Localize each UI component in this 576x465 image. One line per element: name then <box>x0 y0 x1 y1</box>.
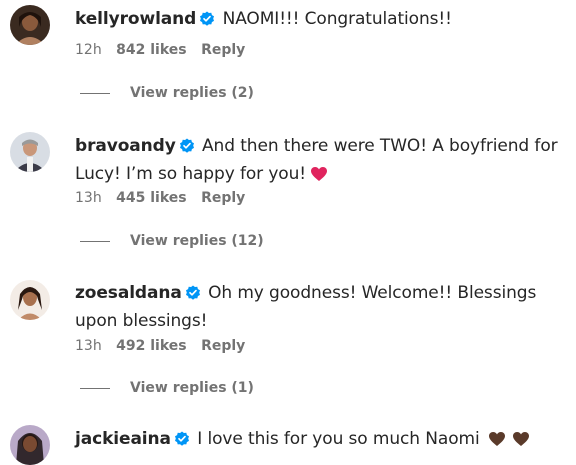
reply-button[interactable]: Reply <box>201 42 245 58</box>
verified-badge-icon <box>174 430 190 455</box>
verified-badge-icon <box>185 284 201 309</box>
username[interactable]: bravoandy <box>75 136 176 156</box>
comment-meta: 13h 445 likes Reply <box>75 190 255 206</box>
username[interactable]: kellyrowland <box>75 9 196 29</box>
avatar[interactable] <box>10 132 50 172</box>
view-replies-label: View replies (12) <box>130 233 264 249</box>
likes-count[interactable]: 492 likes <box>116 338 186 354</box>
timestamp: 12h <box>75 42 102 58</box>
avatar[interactable] <box>10 5 50 45</box>
comment-meta: 13h 492 likes Reply <box>75 338 255 354</box>
verified-badge-icon <box>199 10 215 35</box>
view-replies-button[interactable]: View replies (12) <box>80 233 264 249</box>
view-replies-label: View replies (2) <box>130 85 254 101</box>
brown-heart-icon <box>488 430 506 455</box>
divider-line <box>80 92 110 94</box>
likes-count[interactable]: 842 likes <box>116 42 186 58</box>
comment-meta: 12h 842 likes Reply <box>75 42 255 58</box>
divider-line <box>80 240 110 242</box>
reply-button[interactable]: Reply <box>201 190 245 206</box>
comment-text: NAOMI!!! Congratulations!! <box>222 9 452 29</box>
comment-body: jackieaina I love this for you so much N… <box>75 427 566 455</box>
avatar[interactable] <box>10 425 50 465</box>
reply-button[interactable]: Reply <box>201 338 245 354</box>
view-replies-button[interactable]: View replies (1) <box>80 380 254 396</box>
avatar[interactable] <box>10 280 50 320</box>
username[interactable]: jackieaina <box>75 429 171 449</box>
comment-body: zoesaldana Oh my goodness! Welcome!! Ble… <box>75 281 566 334</box>
red-heart-icon <box>310 165 328 190</box>
timestamp: 13h <box>75 190 102 206</box>
comment-text: I love this for you so much Naomi <box>197 429 480 449</box>
likes-count[interactable]: 445 likes <box>116 190 186 206</box>
timestamp: 13h <box>75 338 102 354</box>
view-replies-label: View replies (1) <box>130 380 254 396</box>
username[interactable]: zoesaldana <box>75 283 182 303</box>
brown-heart-icon <box>512 430 530 455</box>
view-replies-button[interactable]: View replies (2) <box>80 85 254 101</box>
divider-line <box>80 387 110 389</box>
verified-badge-icon <box>179 137 195 162</box>
comment-body: bravoandy And then there were TWO! A boy… <box>75 134 566 190</box>
comment-body: kellyrowland NAOMI!!! Congratulations!! <box>75 7 566 35</box>
